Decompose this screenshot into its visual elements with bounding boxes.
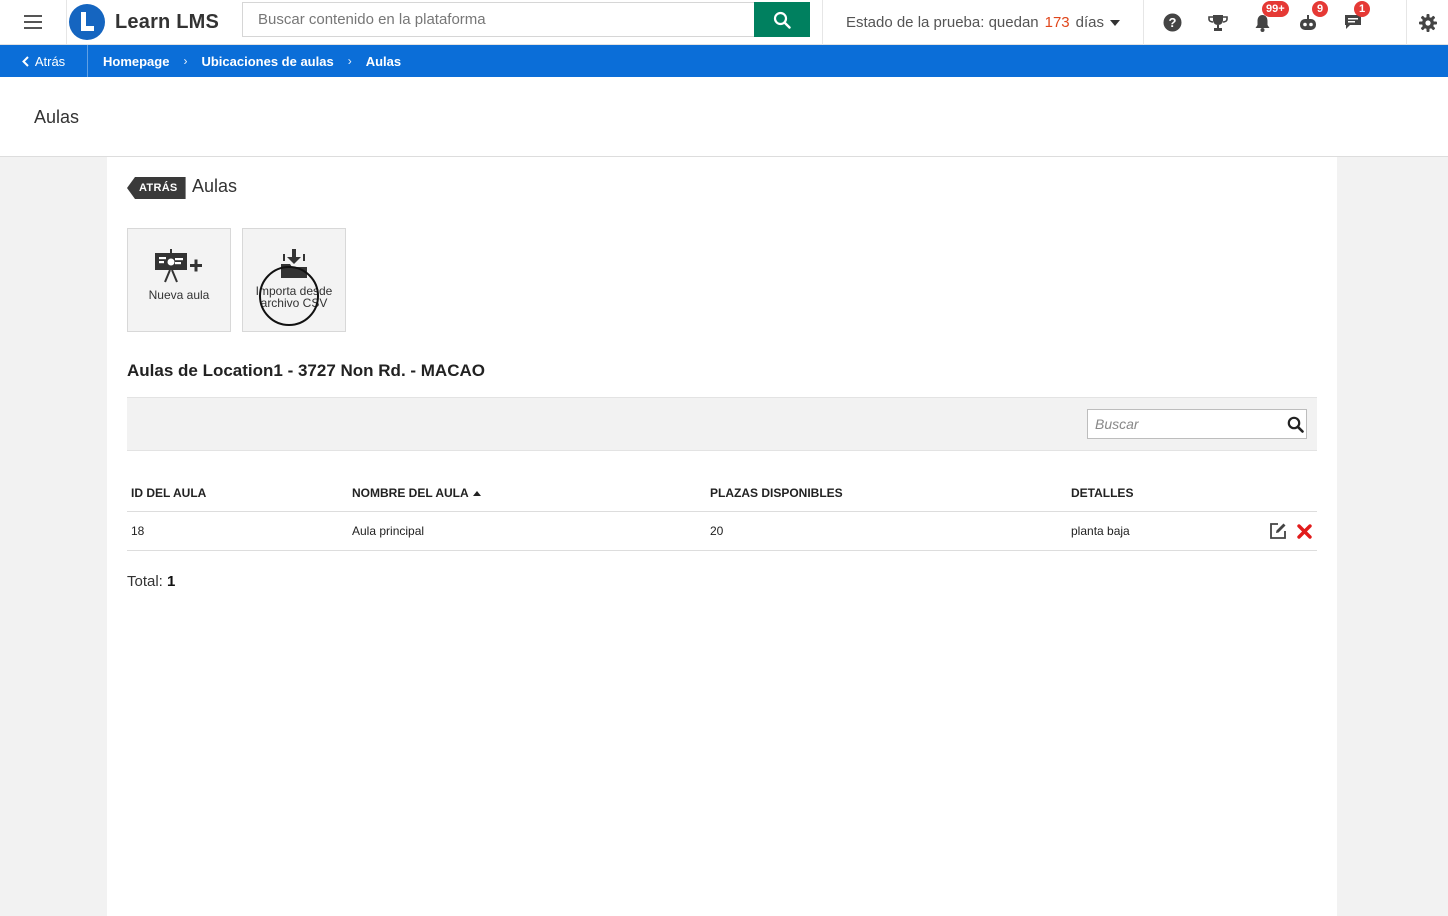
messages-badge: 1	[1354, 1, 1370, 17]
add-classroom-icon	[155, 249, 202, 283]
column-header-id[interactable]: ID DEL AULA	[127, 486, 348, 500]
trophy-icon	[1207, 14, 1228, 31]
import-csv-label: Importa desde archivo CSV	[255, 284, 333, 310]
breadcrumb-classroom-locations[interactable]: Ubicaciones de aulas	[201, 54, 333, 69]
breadcrumb: Homepage › Ubicaciones de aulas › Aulas	[88, 54, 401, 69]
trophy-button[interactable]	[1195, 0, 1240, 45]
help-button[interactable]: ?	[1150, 0, 1195, 45]
brand-name: Learn LMS	[115, 10, 220, 33]
cell-name: Aula principal	[352, 524, 425, 538]
close-icon	[1297, 523, 1312, 539]
column-header-seats[interactable]: PLAZAS DISPONIBLES	[706, 486, 1067, 500]
breadcrumb-classrooms[interactable]: Aulas	[366, 54, 401, 69]
column-header-name[interactable]: NOMBRE DEL AULA	[348, 486, 706, 500]
breadcrumb-homepage[interactable]: Homepage	[103, 54, 169, 69]
table-search-input[interactable]	[1088, 410, 1284, 438]
sort-ascending-icon	[472, 491, 481, 497]
caret-down-icon	[1110, 19, 1121, 26]
delete-button[interactable]	[1297, 523, 1312, 539]
bot-button[interactable]: 9	[1285, 0, 1330, 45]
list-title: Aulas de Location1 - 3727 Non Rd. - MACA…	[127, 361, 485, 380]
global-search-input[interactable]	[242, 2, 754, 37]
logo-icon	[69, 4, 105, 40]
gear-icon	[1418, 13, 1437, 32]
back-tag-button[interactable]: ATRÁS	[127, 177, 186, 199]
search-icon	[773, 11, 791, 29]
trial-prefix: Estado de la prueba: quedan	[845, 14, 1039, 31]
settings-button[interactable]	[1406, 0, 1448, 45]
classrooms-card: ATRÁS Aulas Nueva aula Importa desde arc…	[107, 157, 1337, 916]
table-toolbar	[127, 397, 1317, 451]
hamburger-menu-button[interactable]	[0, 0, 67, 44]
header-icons: ? 99+ 9 1	[1150, 0, 1375, 45]
edit-button[interactable]	[1269, 522, 1287, 540]
edit-icon	[1270, 523, 1286, 539]
new-classroom-button[interactable]: Nueva aula	[127, 228, 231, 332]
table-search	[1087, 409, 1307, 439]
cell-details: planta baja	[1071, 524, 1130, 538]
trial-status-dropdown[interactable]: Estado de la prueba: quedan 173 días	[822, 0, 1144, 45]
global-search-button[interactable]	[754, 2, 810, 37]
hamburger-icon	[24, 15, 42, 29]
robot-icon	[1299, 14, 1316, 30]
messages-button[interactable]: 1	[1330, 0, 1375, 45]
top-header: Learn LMS Estado de la prueba: quedan 17…	[0, 0, 1448, 45]
total-value: 1	[167, 573, 176, 590]
bot-badge: 9	[1312, 1, 1328, 17]
page-title: Aulas	[34, 107, 80, 127]
table-header: ID DEL AULA NOMBRE DEL AULA PLAZAS DISPO…	[127, 475, 1317, 512]
breadcrumb-back-button[interactable]: Atrás	[0, 45, 88, 77]
breadcrumb-bar: Atrás Homepage › Ubicaciones de aulas › …	[0, 45, 1448, 77]
total-label: Total:	[127, 573, 163, 590]
trial-days: 173	[1044, 14, 1070, 31]
help-icon: ?	[1163, 13, 1182, 32]
classrooms-table: ID DEL AULA NOMBRE DEL AULA PLAZAS DISPO…	[127, 475, 1317, 551]
page-header: Aulas	[0, 77, 1448, 157]
cell-id: 18	[131, 524, 145, 538]
new-classroom-label: Nueva aula	[148, 288, 210, 302]
row-actions	[1257, 522, 1317, 540]
chevron-left-icon	[21, 55, 29, 67]
chevron-right-icon: ›	[347, 54, 352, 68]
column-header-details[interactable]: DETALLES	[1067, 486, 1257, 500]
svg-text:?: ?	[1169, 15, 1177, 30]
table-search-button[interactable]	[1284, 416, 1306, 433]
trial-suffix: días	[1075, 14, 1105, 31]
table-row: 18 Aula principal 20 planta baja	[127, 512, 1317, 551]
search-icon	[1287, 416, 1304, 433]
import-csv-button[interactable]: Importa desde archivo CSV	[242, 228, 346, 332]
brand-logo[interactable]: Learn LMS	[67, 0, 242, 44]
chevron-right-icon: ›	[183, 54, 188, 68]
section-title: Aulas	[192, 176, 238, 196]
cell-seats: 20	[710, 524, 724, 538]
global-search	[242, 2, 810, 37]
column-header-name-label: NOMBRE DEL AULA	[352, 486, 469, 500]
total-count: Total: 1	[127, 573, 175, 590]
breadcrumb-back-label: Atrás	[34, 53, 66, 69]
import-folder-icon	[281, 249, 307, 278]
notifications-button[interactable]: 99+	[1240, 0, 1289, 45]
